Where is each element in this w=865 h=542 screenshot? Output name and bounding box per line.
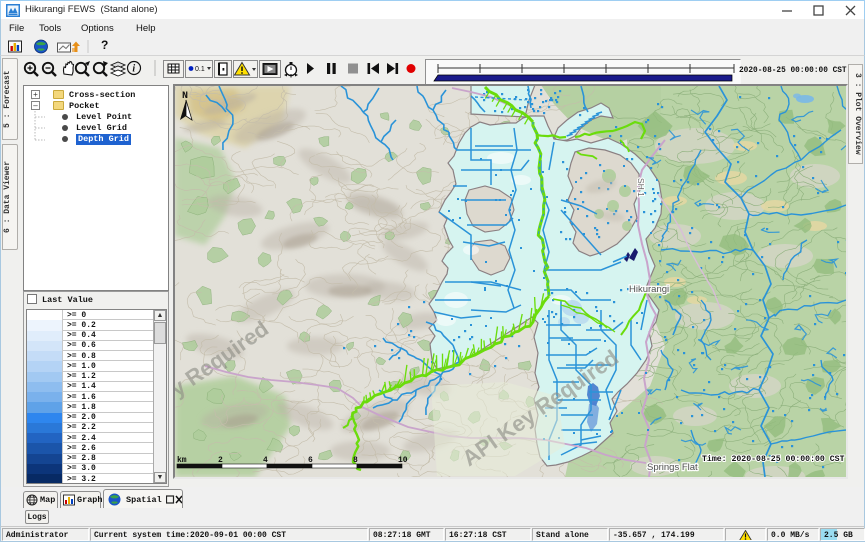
svg-text:4: 4 xyxy=(263,456,268,465)
svg-text:SH 1: SH 1 xyxy=(636,178,646,197)
svg-text:i: i xyxy=(132,64,135,75)
svg-text:6: 6 xyxy=(308,456,313,465)
svg-text:N: N xyxy=(182,91,188,102)
svg-text:2: 2 xyxy=(218,456,223,465)
svg-text:8: 8 xyxy=(353,456,358,465)
svg-text:Hikurangi: Hikurangi xyxy=(629,284,669,295)
svg-text:10: 10 xyxy=(398,456,408,465)
svg-text:Time: 2020-08-25 00:00:00 CST: Time: 2020-08-25 00:00:00 CST xyxy=(702,454,845,464)
svg-text:0.1: 0.1 xyxy=(195,66,205,73)
svg-text:Springs Flat: Springs Flat xyxy=(647,462,698,473)
svg-text:km: km xyxy=(177,456,187,465)
